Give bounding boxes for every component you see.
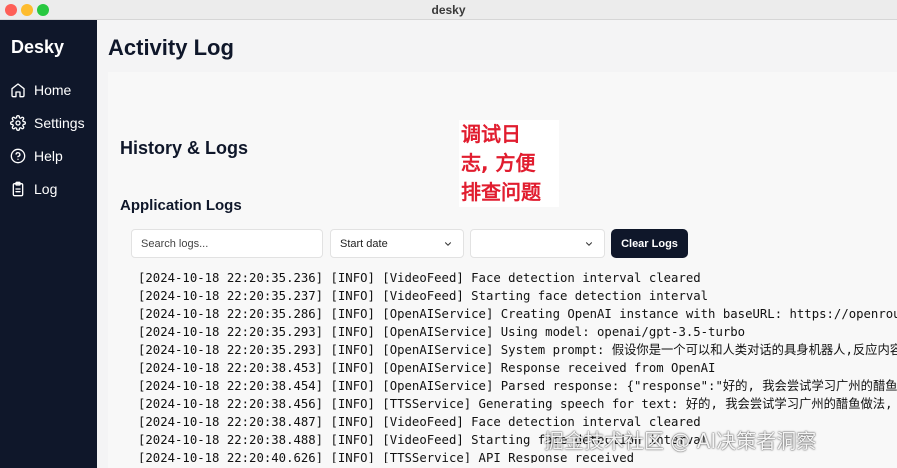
log-line: [2024-10-18 22:20:38.454] [INFO] [OpenAI… [138, 379, 897, 393]
watermark: 掘金技术社区 @ AI决策者洞察 [544, 429, 817, 453]
window-titlebar: desky [0, 0, 897, 20]
sidebar: Desky Home Settings Help Log [0, 20, 97, 468]
clear-logs-button[interactable]: Clear Logs [611, 229, 688, 258]
sidebar-item-label: Help [34, 148, 63, 164]
search-input[interactable] [131, 229, 323, 258]
sidebar-item-label: Home [34, 82, 72, 98]
sidebar-item-log[interactable]: Log [10, 177, 57, 201]
home-icon [11, 83, 25, 98]
log-line: [2024-10-18 22:20:35.237] [INFO] [VideoF… [138, 289, 709, 303]
sidebar-item-home[interactable]: Home [10, 78, 71, 102]
log-line: [2024-10-18 22:20:35.293] [INFO] [OpenAI… [138, 325, 746, 339]
start-date-select-value: Start date [340, 237, 388, 250]
main-content: Activity Log History & Logs Application … [97, 20, 897, 468]
app-brand: Desky [11, 37, 65, 57]
subsection-title: Application Logs [120, 197, 242, 214]
annotation-line: 排查问题 [459, 178, 559, 207]
log-filter-select[interactable] [470, 229, 605, 258]
chevron-down-icon [585, 242, 593, 246]
chevron-down-icon [444, 242, 452, 246]
gear-icon [10, 115, 26, 131]
sidebar-item-help[interactable]: Help [10, 144, 63, 168]
annotation-line: 调试日 [459, 120, 559, 149]
log-line: [2024-10-18 22:20:35.293] [INFO] [OpenAI… [138, 343, 897, 357]
sidebar-item-label: Settings [34, 115, 85, 131]
annotation-line: 志, 方便 [459, 149, 559, 178]
log-line: [2024-10-18 22:20:35.286] [INFO] [OpenAI… [138, 307, 897, 321]
log-line: [2024-10-18 22:20:38.453] [INFO] [OpenAI… [138, 361, 716, 375]
clipboard-icon [12, 181, 24, 197]
sidebar-item-label: Log [34, 181, 58, 197]
page-title: Activity Log [108, 35, 234, 60]
section-title: History & Logs [120, 138, 249, 158]
sidebar-item-settings[interactable]: Settings [10, 111, 85, 135]
log-line: [2024-10-18 22:20:35.236] [INFO] [VideoF… [138, 271, 701, 285]
start-date-select[interactable]: Start date [330, 229, 464, 258]
window-title: desky [431, 3, 466, 17]
annotation-callout: 调试日 志, 方便 排查问题 [459, 120, 559, 207]
log-line: [2024-10-18 22:20:38.456] [INFO] [TTSSer… [138, 397, 897, 411]
help-circle-icon [10, 148, 26, 164]
